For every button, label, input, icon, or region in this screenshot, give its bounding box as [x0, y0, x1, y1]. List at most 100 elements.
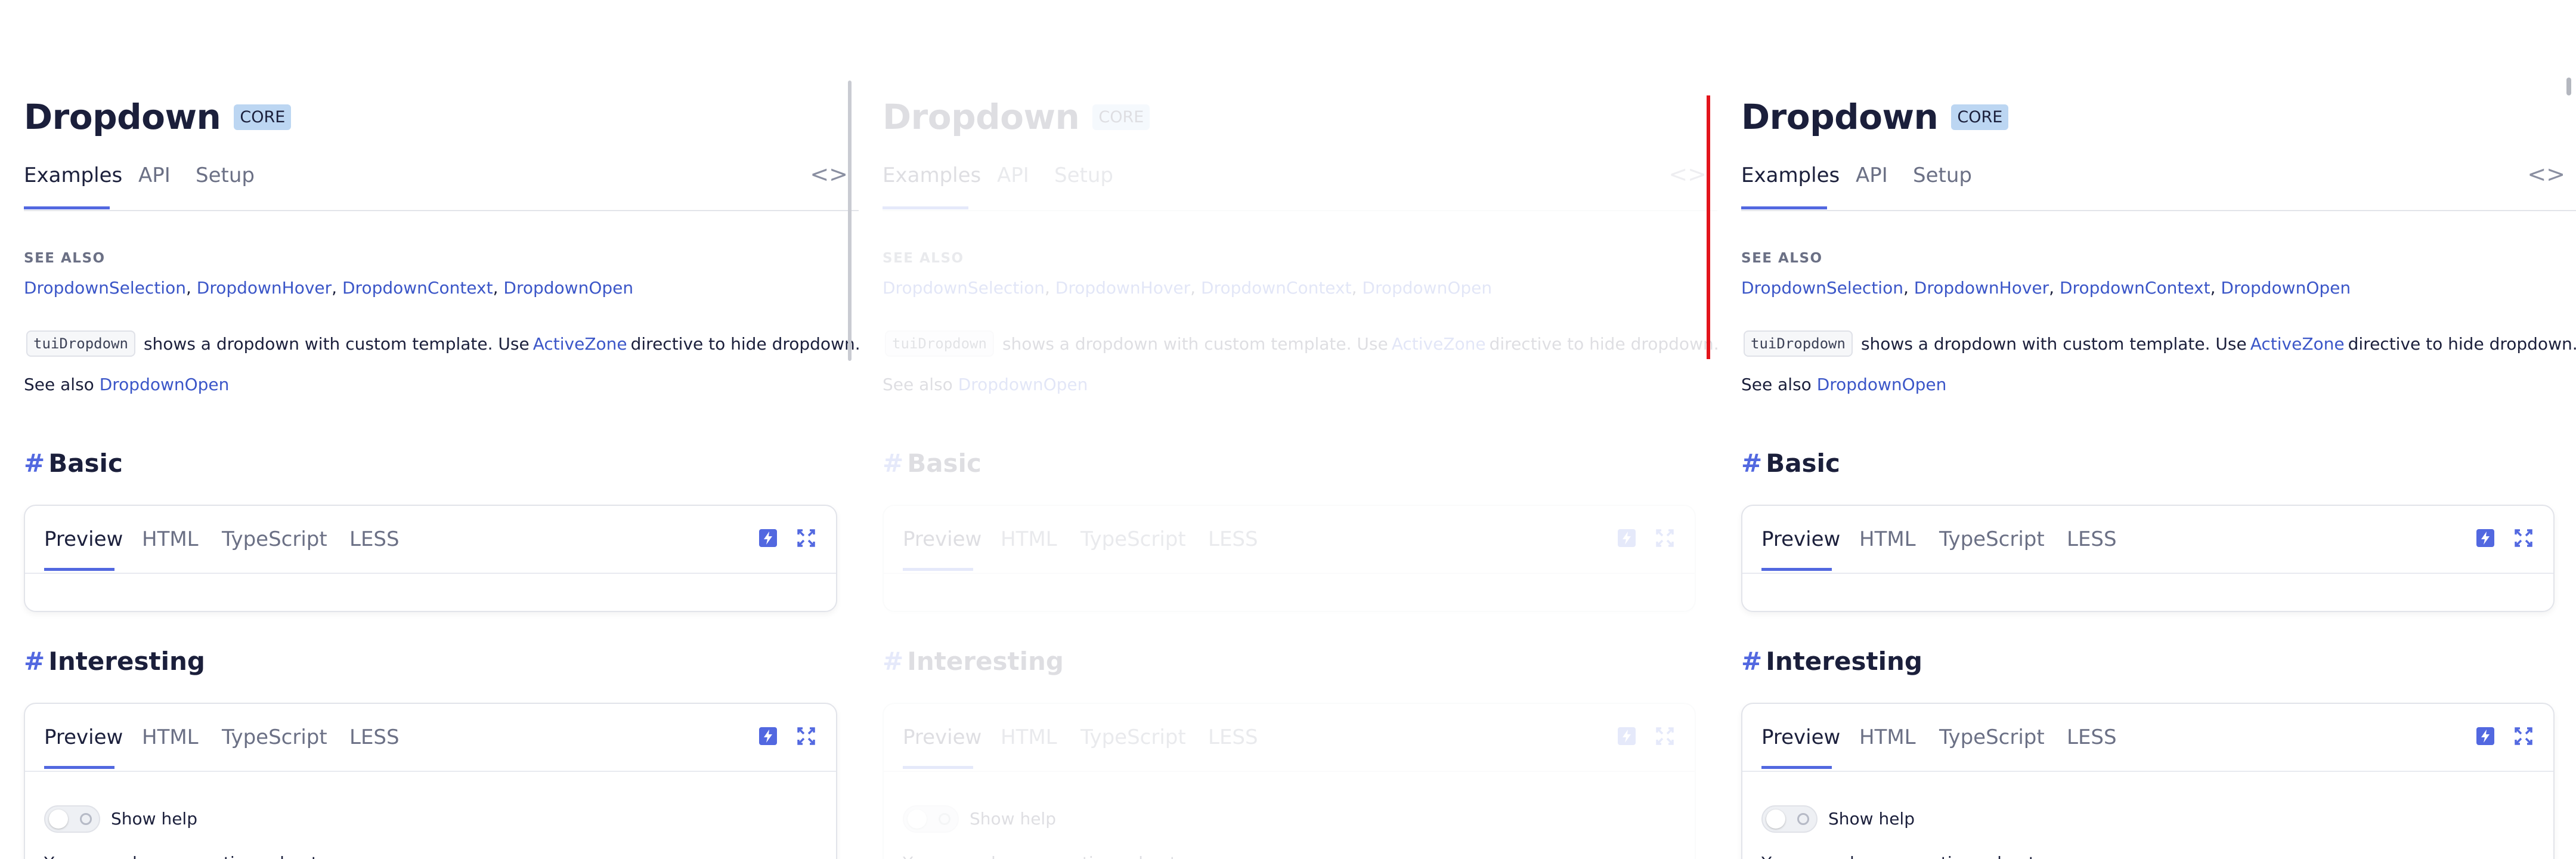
tab-less[interactable]: LESS — [349, 527, 400, 551]
show-help-toggle[interactable] — [44, 805, 100, 833]
link-dropdown-context[interactable]: DropdownContext — [342, 278, 493, 298]
tab-less[interactable]: LESS — [349, 725, 400, 749]
tab-preview[interactable]: Preview — [1761, 725, 1840, 749]
link-active-zone[interactable]: ActiveZone — [2250, 334, 2345, 354]
tab-typescript[interactable]: TypeScript — [222, 725, 327, 749]
tab-preview[interactable]: Preview — [1761, 527, 1840, 551]
tab-less[interactable]: LESS — [1208, 527, 1258, 551]
link-dropdown-open-2[interactable]: DropdownOpen — [1817, 375, 1947, 394]
page-title: Dropdown — [883, 97, 1080, 137]
section-title: Interesting — [907, 647, 1064, 676]
fullscreen-icon[interactable] — [1655, 727, 1674, 746]
link-dropdown-selection[interactable]: DropdownSelection — [883, 278, 1045, 298]
link-dropdown-hover[interactable]: DropdownHover — [197, 278, 332, 298]
title-row: Dropdown CORE — [1741, 97, 2009, 137]
anchor-hash[interactable]: # — [1741, 449, 1762, 478]
scrollbar-thumb[interactable] — [2566, 78, 2571, 95]
stackblitz-icon[interactable] — [1617, 727, 1636, 746]
tab-preview[interactable]: Preview — [44, 725, 123, 749]
link-dropdown-hover[interactable]: DropdownHover — [1914, 278, 2049, 298]
tab-api[interactable]: API — [997, 163, 1029, 187]
link-active-zone[interactable]: ActiveZone — [533, 334, 627, 354]
stackblitz-icon[interactable] — [758, 727, 778, 746]
anchor-hash[interactable]: # — [24, 647, 45, 676]
tab-setup[interactable]: Setup — [1054, 163, 1113, 187]
anchor-hash[interactable]: # — [883, 647, 903, 676]
tab-typescript[interactable]: TypeScript — [1080, 725, 1186, 749]
card-tabs: Preview HTML TypeScript LESS — [884, 704, 1695, 772]
tab-typescript[interactable]: TypeScript — [1080, 527, 1186, 551]
tab-typescript[interactable]: TypeScript — [1939, 527, 2045, 551]
code-brackets-icon[interactable]: <> — [2527, 161, 2565, 187]
fullscreen-icon[interactable] — [797, 727, 816, 746]
link-dropdown-open[interactable]: DropdownOpen — [1362, 278, 1492, 298]
link-dropdown-selection[interactable]: DropdownSelection — [1741, 278, 1903, 298]
tab-typescript[interactable]: TypeScript — [222, 527, 327, 551]
see-also-prefix: See also — [24, 375, 94, 394]
link-dropdown-open-2[interactable]: DropdownOpen — [958, 375, 1088, 394]
stackblitz-icon[interactable] — [2476, 727, 2495, 746]
page-tabs: Examples API Setup <> — [24, 161, 859, 211]
code-brackets-icon[interactable]: <> — [1668, 161, 1707, 187]
tab-html[interactable]: HTML — [1859, 725, 1916, 749]
title-row: Dropdown CORE — [24, 97, 292, 137]
fullscreen-icon[interactable] — [2514, 529, 2533, 548]
tab-api[interactable]: API — [1856, 163, 1888, 187]
link-dropdown-open[interactable]: DropdownOpen — [2221, 278, 2351, 298]
preview-text: You can ask any questions about — [903, 853, 1176, 859]
tab-underline — [1741, 206, 1827, 209]
link-dropdown-hover[interactable]: DropdownHover — [1055, 278, 1190, 298]
tab-html[interactable]: HTML — [1001, 725, 1057, 749]
stackblitz-icon[interactable] — [1617, 529, 1636, 548]
tab-html[interactable]: HTML — [142, 725, 199, 749]
section-title: Interesting — [1766, 647, 1922, 676]
tab-less[interactable]: LESS — [2067, 725, 2117, 749]
tab-preview[interactable]: Preview — [44, 527, 123, 551]
link-dropdown-open-2[interactable]: DropdownOpen — [100, 375, 230, 394]
tab-api[interactable]: API — [138, 163, 171, 187]
link-dropdown-context[interactable]: DropdownContext — [1201, 278, 1352, 298]
link-dropdown-open[interactable]: DropdownOpen — [503, 278, 633, 298]
tab-setup[interactable]: Setup — [196, 163, 255, 187]
description-text-after: directive to hide dropdown. — [630, 333, 859, 354]
anchor-hash[interactable]: # — [24, 449, 45, 478]
tab-preview[interactable]: Preview — [903, 527, 982, 551]
example-card-interesting: Preview HTML TypeScript LESS Show help Y… — [883, 703, 1696, 859]
tab-html[interactable]: HTML — [1001, 527, 1057, 551]
stackblitz-icon[interactable] — [758, 529, 778, 548]
fullscreen-icon[interactable] — [797, 529, 816, 548]
tab-less[interactable]: LESS — [1208, 725, 1258, 749]
example-card-basic: Preview HTML TypeScript LESS — [24, 505, 837, 612]
tab-preview[interactable]: Preview — [903, 725, 982, 749]
tab-less[interactable]: LESS — [2067, 527, 2117, 551]
card-tab-underline — [44, 766, 114, 769]
see-also-heading: SEE ALSO — [1741, 251, 1823, 266]
code-brackets-icon[interactable]: <> — [810, 161, 848, 187]
link-dropdown-selection[interactable]: DropdownSelection — [24, 278, 186, 298]
fullscreen-icon[interactable] — [2514, 727, 2533, 746]
stackblitz-icon[interactable] — [2476, 529, 2495, 548]
tab-setup[interactable]: Setup — [1913, 163, 1972, 187]
tab-examples[interactable]: Examples — [24, 163, 122, 187]
section-heading-interesting: # Interesting — [883, 647, 1064, 676]
tab-typescript[interactable]: TypeScript — [1939, 725, 2045, 749]
see-also-line: See also DropdownOpen — [1741, 375, 1946, 394]
show-help-toggle[interactable] — [903, 805, 959, 833]
tab-examples[interactable]: Examples — [883, 163, 981, 187]
tab-html[interactable]: HTML — [1859, 527, 1916, 551]
link-dropdown-context[interactable]: DropdownContext — [2060, 278, 2210, 298]
fullscreen-icon[interactable] — [1655, 529, 1674, 548]
panel-divider-red[interactable] — [1707, 95, 1710, 359]
link-active-zone[interactable]: ActiveZone — [1392, 334, 1486, 354]
anchor-hash[interactable]: # — [1741, 647, 1762, 676]
see-also-prefix: See also — [1741, 375, 1812, 394]
panel-left: Dropdown CORE Examples API Setup <> SEE … — [0, 0, 859, 859]
see-also-heading: SEE ALSO — [24, 251, 106, 266]
anchor-hash[interactable]: # — [883, 449, 903, 478]
tab-examples[interactable]: Examples — [1741, 163, 1840, 187]
tab-html[interactable]: HTML — [142, 527, 199, 551]
card-tabs: Preview HTML TypeScript LESS — [884, 506, 1695, 574]
panel-divider-grey[interactable] — [848, 81, 852, 361]
show-help-toggle[interactable] — [1761, 805, 1818, 833]
page-tabs: Examples API Setup <> — [1741, 161, 2576, 211]
